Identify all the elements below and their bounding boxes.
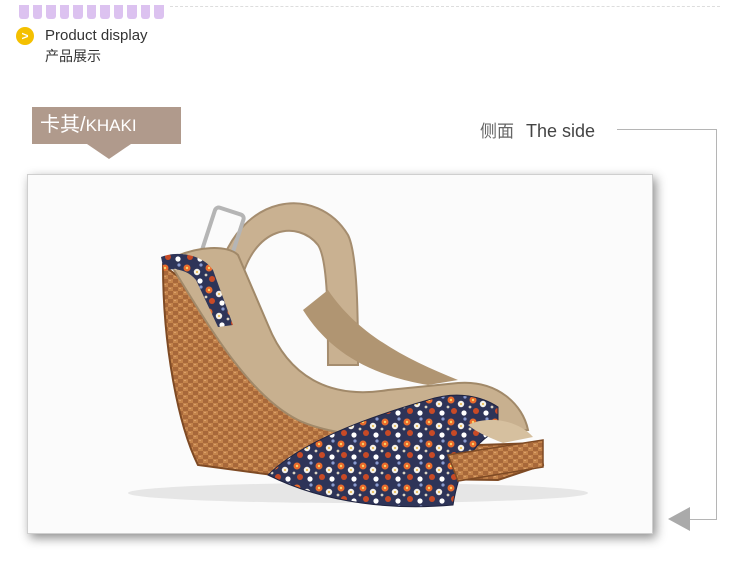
color-tag-cn: 卡其/: [40, 114, 86, 136]
color-tag-en: KHAKI: [85, 116, 137, 135]
product-photo: [27, 174, 653, 534]
section-title-cn: 产品展示: [45, 48, 101, 64]
color-tag: 卡其/KHAKI: [32, 107, 181, 144]
arrow-left-icon: [668, 507, 690, 531]
chevron-right-icon: >: [16, 27, 34, 45]
top-divider: [170, 6, 720, 7]
guide-line-vertical: [716, 129, 717, 519]
guide-line-bottom: [690, 519, 717, 520]
color-tag-pointer: [87, 144, 131, 159]
section-title-en: Product display: [45, 27, 148, 44]
shoe-illustration: [128, 202, 588, 508]
view-label: 侧面 The side: [480, 117, 595, 142]
top-decoration-dots: [19, 5, 164, 19]
view-label-cn: 侧面: [480, 122, 514, 141]
guide-line-top: [617, 129, 717, 130]
view-label-en: The side: [526, 121, 596, 141]
